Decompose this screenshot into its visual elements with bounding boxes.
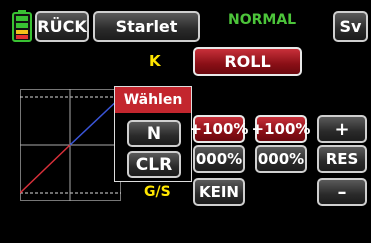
select-popup: Wählen N CLR (114, 86, 192, 182)
right-travel-top-button[interactable]: +100% (252, 115, 310, 143)
channel-k-label: K (149, 52, 161, 70)
back-button[interactable]: RÜCK (35, 11, 89, 42)
gs-label: G/S (144, 184, 171, 200)
model-name-button[interactable]: Starlet (93, 11, 200, 42)
function-select-button[interactable]: ROLL (193, 47, 302, 76)
clr-button[interactable]: CLR (127, 151, 181, 178)
left-offset-button[interactable]: 000% (193, 145, 245, 173)
popup-title: Wählen (115, 87, 191, 113)
curve-negative-segment (19, 144, 71, 194)
curve-graph (19, 89, 122, 201)
plus-button[interactable]: + (317, 115, 367, 143)
n-button[interactable]: N (127, 120, 181, 147)
battery-icon (12, 10, 32, 42)
minus-button[interactable]: – (317, 178, 367, 206)
flight-phase-label: NORMAL (228, 12, 297, 28)
switch-kein-button[interactable]: KEIN (193, 178, 245, 206)
left-travel-top-button[interactable]: +100% (190, 115, 248, 143)
reset-button[interactable]: RES (317, 145, 367, 173)
save-button[interactable]: Sv (333, 11, 368, 42)
right-offset-button[interactable]: 000% (255, 145, 307, 173)
